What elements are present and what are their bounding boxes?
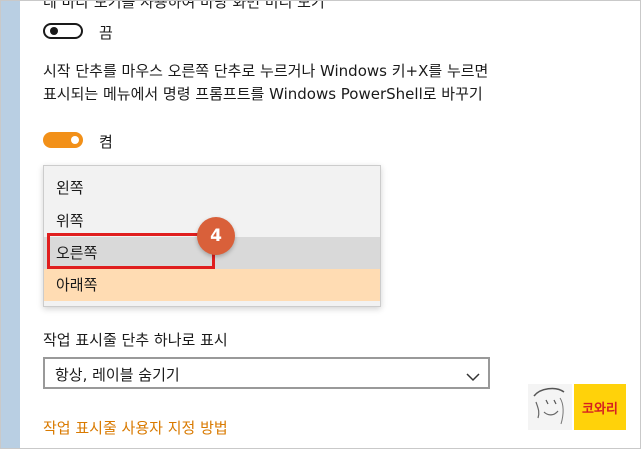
logo-badge: 코와리 [574, 384, 626, 430]
sketch-face-icon [528, 384, 572, 430]
step-number-badge: 4 [197, 217, 235, 255]
combine-buttons-select[interactable]: 항상, 레이블 숨기기 [43, 357, 490, 389]
combine-buttons-value: 항상, 레이블 숨기기 [55, 366, 180, 384]
option-bottom[interactable]: 아래쪽 [44, 269, 380, 301]
option-left[interactable]: 왼쪽 [44, 172, 380, 204]
peek-setting-label: 테 바다 보기를 사용하여 바탕 화면 미리 보기 [43, 0, 325, 11]
watermark-logo: 코와리 [528, 384, 626, 430]
powershell-toggle[interactable] [43, 132, 83, 148]
toggle-knob [50, 27, 58, 35]
highlight-box [47, 233, 215, 269]
combine-buttons-label: 작업 표시줄 단추 하나로 표시 [43, 331, 228, 349]
logo-text: 코와리 [582, 402, 618, 417]
chevron-down-icon [466, 367, 480, 386]
powershell-setting-description: 시작 단추를 마우스 오른쪽 단추로 누르거나 Windows 키+X를 누르면… [43, 62, 489, 103]
powershell-toggle-state: 켬 [99, 133, 113, 151]
peek-toggle-state: 끔 [99, 24, 113, 42]
taskbar-settings-panel: 테 바다 보기를 사용하여 바탕 화면 미리 보기 끔 시작 단추를 마우스 오… [20, 0, 641, 449]
toggle-knob [71, 136, 79, 144]
customize-taskbar-link[interactable]: 작업 표시줄 사용자 지정 방법 [43, 417, 228, 438]
window-edge-strip [0, 0, 20, 449]
peek-toggle[interactable] [43, 23, 83, 39]
